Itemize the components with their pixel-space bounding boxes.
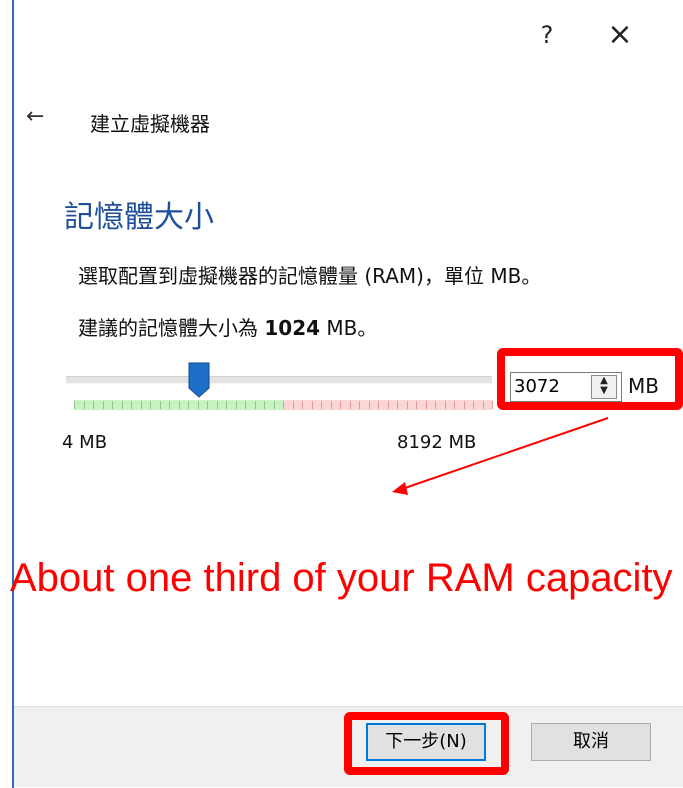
cancel-button[interactable]: 取消 bbox=[531, 723, 651, 761]
annotation-text: About one third of your RAM capacity bbox=[10, 556, 673, 600]
highlight-box-next bbox=[344, 712, 509, 775]
annotation-arrow bbox=[392, 417, 609, 495]
